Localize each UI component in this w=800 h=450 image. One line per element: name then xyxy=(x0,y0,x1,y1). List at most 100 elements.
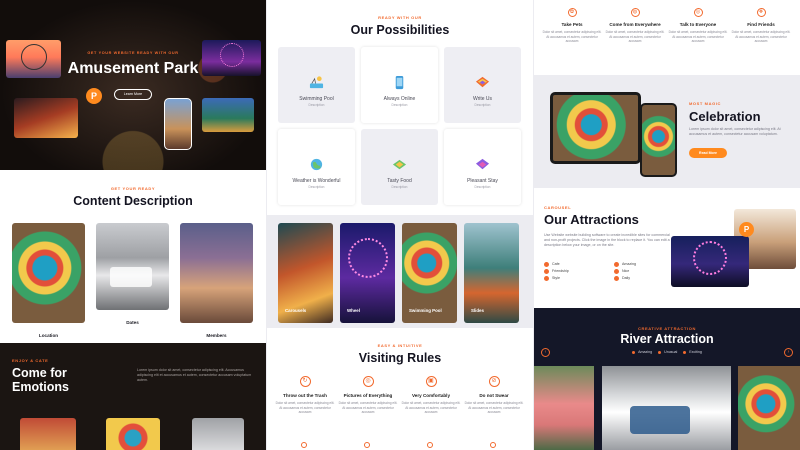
rule-desc: Dolor sit amet, consectetur adipiscing e… xyxy=(275,401,335,415)
content-title: Content Description xyxy=(73,194,193,208)
river-photo-waterpark xyxy=(738,366,800,450)
emotions-photo-3 xyxy=(192,418,244,450)
column-middle: READY WITH OUR Our Possibilities Swimmin… xyxy=(267,0,533,450)
column-right: ✿ Take Pets Dolor sit amet, consectetur … xyxy=(534,0,800,450)
hero-lights xyxy=(0,0,266,170)
gallery-label: Wheel xyxy=(347,308,360,313)
emotions-kicker: ENJOY & CATE xyxy=(12,358,49,363)
check-icon xyxy=(544,275,549,281)
possibility-card-pleasant-stay[interactable]: Pleasant Stay Description xyxy=(444,129,521,205)
feature-talk-to-everyone: ◎ Talk to Everyone Dolor sit amet, conse… xyxy=(668,8,728,44)
hero-kicker: GET YOUR WEBSITE READY WITH OUR xyxy=(87,51,179,55)
hero-logo-letter: P xyxy=(90,91,97,101)
check-icon xyxy=(614,268,619,274)
possibility-card-tasty-food[interactable]: Tasty Food Description xyxy=(361,129,438,205)
bullet-label: Cafe xyxy=(552,262,560,266)
river-photo-rapids xyxy=(602,366,731,450)
river-photo-flamingos xyxy=(534,366,594,450)
check-icon xyxy=(614,261,619,267)
celebration-text: Lorem ipsum dolor sit amet, consectetur … xyxy=(689,127,781,136)
rules-next-row-icons xyxy=(267,442,533,450)
possibilities-title: Our Possibilities xyxy=(350,23,450,37)
bullet-item: Cafe xyxy=(544,261,569,268)
emotions-photo-1 xyxy=(20,418,76,450)
rule-desc: Dolor sit amet, consectetur adipiscing e… xyxy=(401,401,461,415)
globe-icon: ◎ xyxy=(693,8,703,17)
river-title: River Attraction xyxy=(620,332,714,346)
gallery-item-carousels[interactable]: Carousels xyxy=(278,223,333,323)
possibilities-kicker: READY WITH OUR xyxy=(378,15,422,20)
possibility-desc: Description xyxy=(391,185,408,189)
attractions-bullets-col-1: Cafe Friendship Style xyxy=(544,261,569,282)
possibility-desc: Description xyxy=(391,103,408,107)
possibility-card-write-us[interactable]: Write Us Description xyxy=(444,47,521,123)
rule-desc: Dolor sit amet, consectetur adipiscing e… xyxy=(464,401,524,415)
bullet-icon xyxy=(658,350,662,354)
bullet-label: Nice xyxy=(622,269,630,273)
check-icon xyxy=(614,275,619,281)
friends-icon: ❖ xyxy=(756,8,766,17)
content-card-location-label: Location xyxy=(38,333,59,338)
celebration-read-more-button[interactable]: Read More xyxy=(689,148,727,158)
rule-title: Do not Swear xyxy=(479,393,509,398)
users-icon xyxy=(490,442,496,448)
attractions-logo: P xyxy=(739,222,754,237)
attractions-title: Our Attractions xyxy=(544,212,639,227)
celebration-section: MOST MAGIC Celebration Lorem ipsum dolor… xyxy=(534,75,800,188)
possibility-card-weather[interactable]: Weather is Wonderful Description xyxy=(278,129,355,205)
pin-icon xyxy=(301,442,307,448)
features-section: ✿ Take Pets Dolor sit amet, consectetur … xyxy=(534,0,800,74)
emotions-photo-2 xyxy=(106,418,160,450)
tab-amazing[interactable]: Amazing xyxy=(632,350,652,354)
river-tabs: Amazing Unusual Exciting xyxy=(534,350,800,354)
rule-trash: ↻ Throw out the Trash Dolor sit amet, co… xyxy=(275,376,335,415)
bullet-label: Style xyxy=(552,276,560,280)
content-card-members-label: Members xyxy=(206,333,227,338)
tab-unusual[interactable]: Unusual xyxy=(658,350,677,354)
hero-section: GET YOUR WEBSITE READY WITH OUR Amusemen… xyxy=(0,0,266,170)
gallery-label: Slides xyxy=(471,308,484,313)
possibility-desc: Description xyxy=(308,103,325,107)
gallery-label: Carousels xyxy=(285,308,307,313)
gift-icon xyxy=(427,442,433,448)
check-icon xyxy=(544,261,549,267)
bullet-label: Amazing xyxy=(622,262,636,266)
possibility-card-always-online[interactable]: Always Online Description xyxy=(361,47,438,123)
emotions-title-line-1: Come for xyxy=(12,366,67,380)
bullet-item: Friendship xyxy=(544,268,569,275)
attractions-bullets-col-2: Amazing Nice Daily xyxy=(614,261,636,282)
gallery-item-swimming-pool[interactable]: Swimming Pool xyxy=(402,223,457,323)
attractions-text: Use Website website building software to… xyxy=(544,233,670,247)
possibility-label: Write Us xyxy=(472,96,493,102)
hero-learn-more-button[interactable]: Learn More xyxy=(114,89,152,100)
hero-photo-coaster xyxy=(164,98,192,150)
bullet-item: Style xyxy=(544,275,569,282)
possibility-card-swimming-pool[interactable]: Swimming Pool Description xyxy=(278,47,355,123)
possibility-label: Tasty Food xyxy=(387,178,412,184)
attractions-logo-letter: P xyxy=(743,225,750,234)
river-kicker: CREATIVE ATTRACTION xyxy=(638,326,696,331)
check-icon xyxy=(544,268,549,274)
feature-desc: Dolor sit amet, consectetur adipiscing e… xyxy=(542,30,602,44)
attractions-photo-wheel xyxy=(671,236,749,287)
rule-title: Throw out the Trash xyxy=(283,393,327,398)
gallery-item-wheel[interactable]: Wheel xyxy=(340,223,395,323)
tab-label: Amazing xyxy=(638,350,653,354)
feature-title: Take Pets xyxy=(561,22,583,27)
emotions-title-line-2: Emotions xyxy=(12,380,69,394)
briefcase-icon: ▣ xyxy=(425,376,437,387)
rule-title: Pictures of Everything xyxy=(343,393,393,398)
possibility-label: Always Online xyxy=(383,96,416,102)
no-sign-icon: ⊘ xyxy=(488,376,500,387)
bullet-icon xyxy=(683,350,687,354)
column-left: GET YOUR WEBSITE READY WITH OUR Amusemen… xyxy=(0,0,266,450)
gallery-item-slides[interactable]: Slides xyxy=(464,223,519,323)
content-kicker: GET YOUR READY xyxy=(110,186,156,191)
tab-exciting[interactable]: Exciting xyxy=(683,350,702,354)
hero-photo-ride xyxy=(14,98,78,138)
content-card-members-image xyxy=(180,223,253,323)
feature-desc: Dolor sit amet, consectetur adipiscing e… xyxy=(731,30,791,44)
feature-desc: Dolor sit amet, consectetur adipiscing e… xyxy=(668,30,728,44)
recycle-icon: ↻ xyxy=(299,376,311,387)
phone-mockup xyxy=(640,103,677,177)
